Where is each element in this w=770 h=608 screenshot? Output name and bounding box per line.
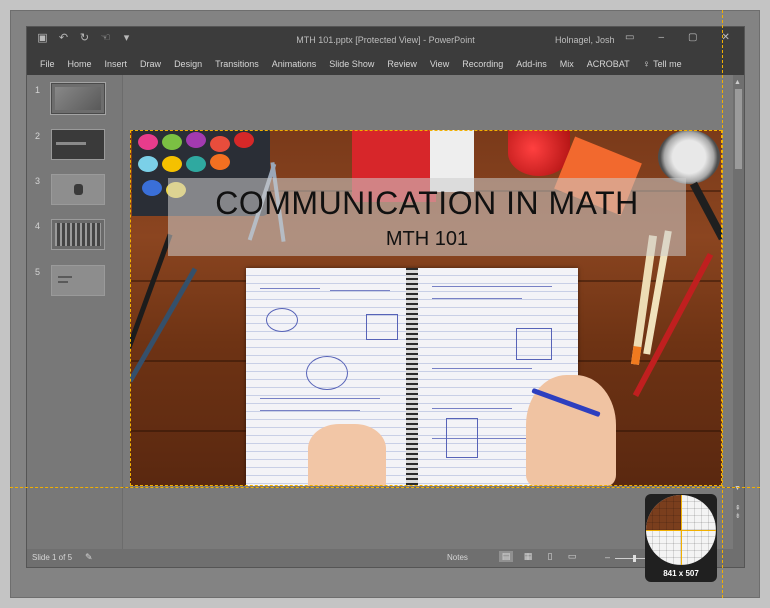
vertical-crosshair-guide: [722, 10, 723, 598]
thumbnail-row[interactable]: 2: [27, 129, 122, 165]
normal-view-icon[interactable]: ▤: [499, 551, 513, 562]
thumbnail-row[interactable]: 1: [27, 82, 122, 119]
reading-view-icon[interactable]: ▯: [543, 551, 557, 562]
notes-pane[interactable]: [123, 487, 733, 550]
slide-thumbnail-2[interactable]: [51, 129, 105, 160]
capture-dimensions: 841 x 507: [663, 569, 699, 578]
slide-sorter-icon[interactable]: ▦: [521, 551, 535, 562]
capture-selection-rectangle[interactable]: [130, 130, 722, 486]
minimize-icon[interactable]: –: [658, 32, 664, 43]
tab-slide-show[interactable]: Slide Show: [329, 59, 374, 69]
lightbulb-icon: ♀: [642, 58, 651, 70]
thumbnail-number: 4: [35, 221, 41, 231]
window-controls: ▭ – ▢ ✕: [625, 32, 730, 43]
magnifier-lens: [646, 495, 716, 565]
slide-thumbnail-4[interactable]: [51, 219, 105, 250]
slideshow-icon[interactable]: ▭: [565, 551, 579, 562]
tell-me-label: Tell me: [653, 59, 682, 69]
slide-thumbnail-3[interactable]: [51, 174, 105, 205]
tell-me-search[interactable]: ♀ Tell me: [643, 59, 682, 69]
tab-design[interactable]: Design: [174, 59, 202, 69]
prev-next-slide-icon[interactable]: ⇞ ⇟: [735, 505, 741, 521]
view-buttons: ▤ ▦ ▯ ▭: [499, 551, 579, 562]
scroll-thumb[interactable]: [735, 89, 742, 169]
thumbnail-row[interactable]: 5: [27, 265, 122, 301]
scroll-up-icon[interactable]: ▲: [734, 79, 741, 86]
notes-button[interactable]: Notes: [447, 553, 468, 562]
thumbnail-number: 3: [35, 176, 41, 186]
tab-recording[interactable]: Recording: [462, 59, 503, 69]
ribbon-tabs: File Home Insert Draw Design Transitions…: [27, 53, 744, 75]
capture-magnifier: 841 x 507: [645, 494, 717, 582]
tab-view[interactable]: View: [430, 59, 449, 69]
tab-transitions[interactable]: Transitions: [215, 59, 259, 69]
thumbnail-number: 2: [35, 131, 41, 141]
ribbon-display-icon[interactable]: ▭: [625, 32, 634, 43]
thumbnail-row[interactable]: 3: [27, 174, 122, 210]
tab-acrobat[interactable]: ACROBAT: [587, 59, 630, 69]
horizontal-crosshair-guide: [10, 487, 760, 488]
slide-thumbnail-5[interactable]: [51, 265, 105, 296]
slide-thumbnail-1[interactable]: [50, 82, 106, 115]
tab-insert[interactable]: Insert: [105, 59, 128, 69]
status-bar: Slide 1 of 5 ✎ Notes ▤ ▦ ▯ ▭ –: [27, 549, 744, 567]
tab-mix[interactable]: Mix: [560, 59, 574, 69]
slide-thumbnail-pane[interactable]: 1 2 3 4 5: [27, 75, 123, 549]
title-bar: ▣ ↶ ↻ ☜ ▾ MTH 101.pptx [Protected View] …: [27, 27, 744, 53]
thumbnail-number: 5: [35, 267, 41, 277]
maximize-icon[interactable]: ▢: [688, 32, 697, 43]
vertical-scrollbar[interactable]: ▲ ▼ ⇞ ⇟: [733, 75, 744, 549]
zoom-out-icon[interactable]: –: [605, 552, 610, 562]
spelling-check-icon[interactable]: ✎: [85, 552, 93, 563]
tab-add-ins[interactable]: Add-ins: [516, 59, 547, 69]
tab-review[interactable]: Review: [387, 59, 417, 69]
tab-animations[interactable]: Animations: [272, 59, 317, 69]
thumbnail-row[interactable]: 4: [27, 219, 122, 255]
tab-file[interactable]: File: [40, 59, 55, 69]
thumbnail-number: 1: [35, 85, 41, 95]
tab-home[interactable]: Home: [68, 59, 92, 69]
zoom-slider-knob[interactable]: [633, 555, 636, 562]
user-name[interactable]: Holnagel, Josh: [555, 35, 615, 45]
slide-counter: Slide 1 of 5: [32, 553, 73, 562]
tab-draw[interactable]: Draw: [140, 59, 161, 69]
